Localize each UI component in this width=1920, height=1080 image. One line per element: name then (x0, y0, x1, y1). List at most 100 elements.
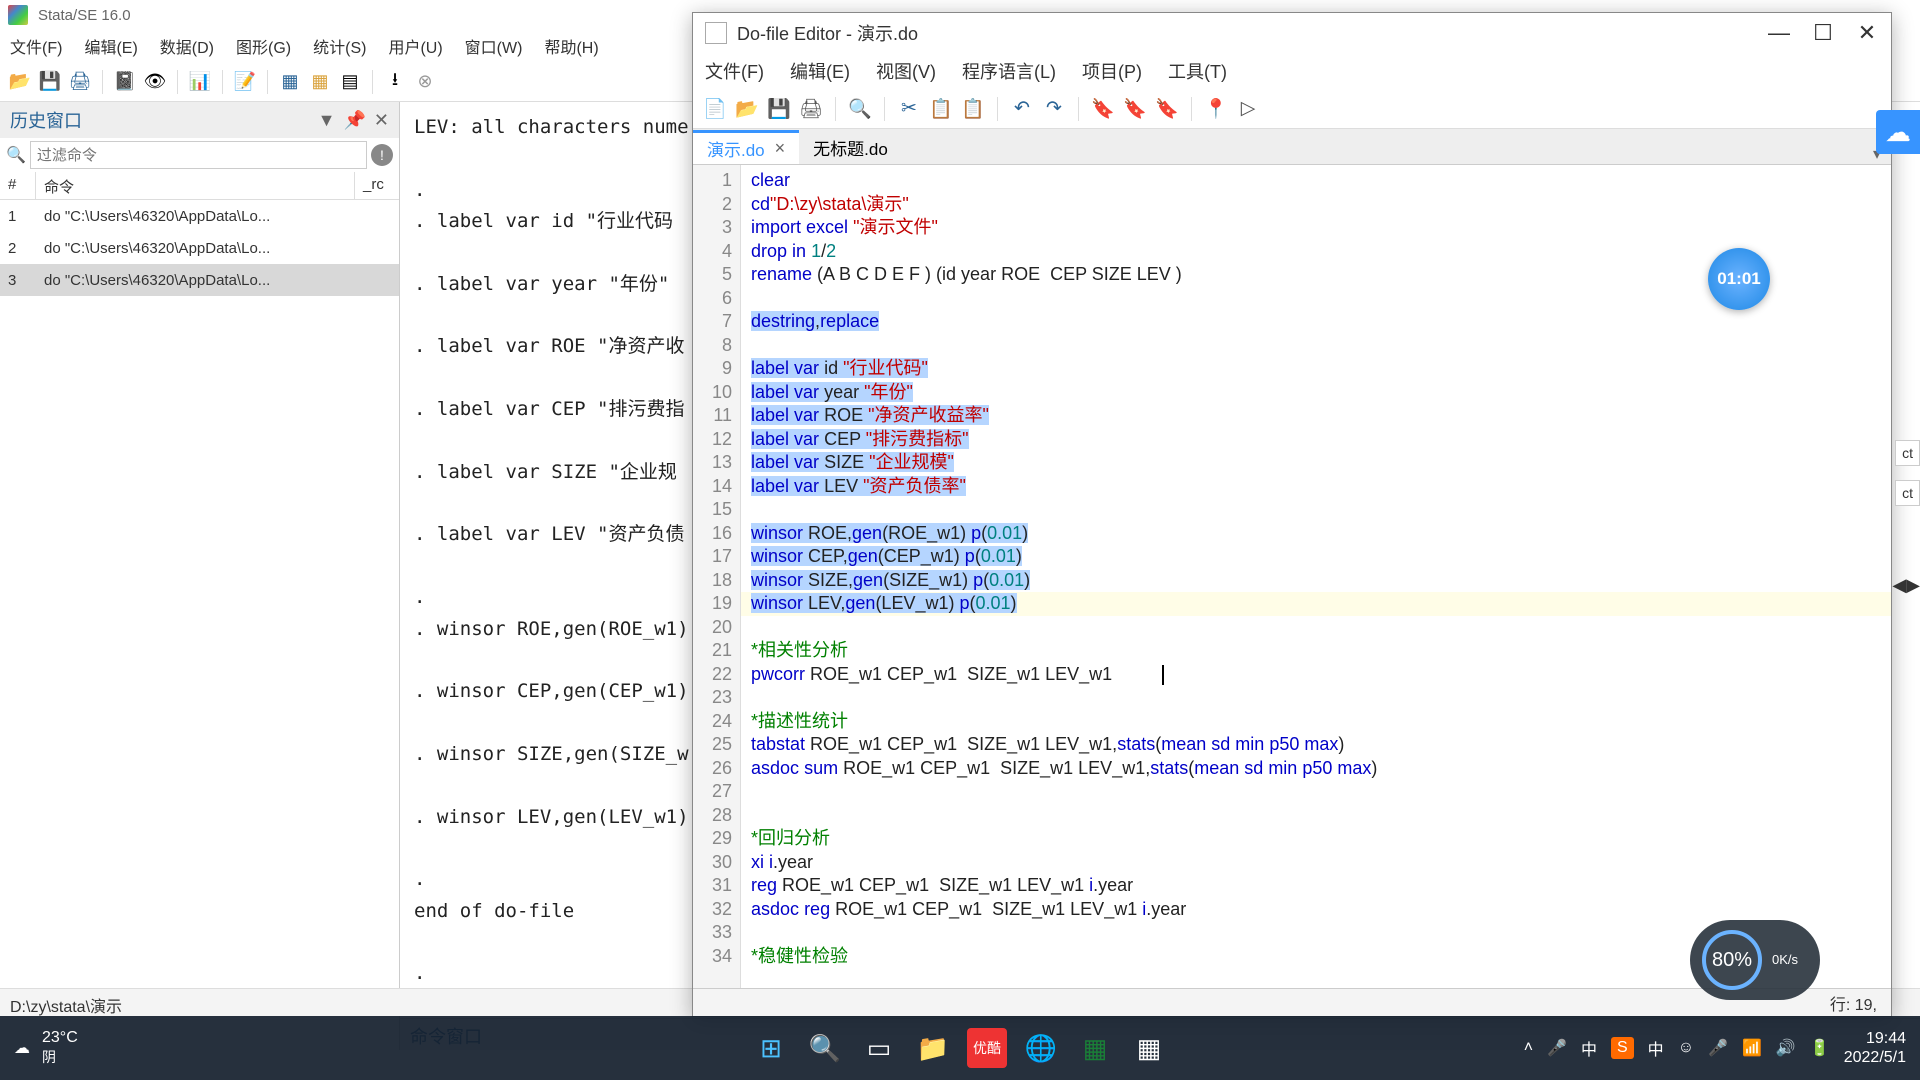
break-icon[interactable]: ⊗ (413, 70, 437, 94)
copy-icon[interactable]: 📋 (929, 97, 953, 121)
log-icon[interactable]: 📓 (113, 70, 137, 94)
menu-graph[interactable]: 图形(G) (236, 34, 291, 58)
bookmark-add-icon[interactable]: 🔖 (1091, 97, 1115, 121)
menu-edit[interactable]: 编辑(E) (84, 34, 137, 58)
find-icon[interactable]: 🔍 (848, 97, 872, 121)
dofile-tabs: 演示.do × 无标题.do ▾ (693, 129, 1891, 165)
pin-icon[interactable]: 📌 (343, 110, 365, 131)
cloud-sync-icon[interactable]: ☁ (1876, 110, 1920, 154)
data-editor-icon[interactable]: ▦ (278, 70, 302, 94)
start-icon[interactable]: ⊞ (751, 1028, 791, 1068)
side-collapse-icon[interactable]: ◀▶ (1892, 575, 1920, 596)
print-icon[interactable]: 🖨 (68, 70, 92, 94)
minimize-icon[interactable]: — (1767, 21, 1791, 45)
history-row[interactable]: 1 do "C:\Users\46320\AppData\Lo... (0, 200, 399, 232)
weather-widget[interactable]: ☁ 23°C 阴 (0, 1029, 92, 1067)
tray-mic-icon[interactable]: 🎤 (1547, 1038, 1567, 1058)
search-icon: 🔍 (6, 145, 26, 165)
menu-help[interactable]: 帮助(H) (544, 34, 598, 58)
dofile-menu-file[interactable]: 文件(F) (705, 58, 764, 84)
history-row[interactable]: 3 do "C:\Users\46320\AppData\Lo... (0, 264, 399, 296)
weather-cond: 阴 (42, 1047, 78, 1067)
menu-window[interactable]: 窗口(W) (465, 34, 523, 58)
save-icon[interactable]: 💾 (38, 70, 62, 94)
battery-icon[interactable]: 🔋 (1810, 1038, 1830, 1058)
graph-icon[interactable]: 📊 (188, 70, 212, 94)
new-file-icon[interactable]: 📄 (703, 97, 727, 121)
history-row[interactable]: 2 do "C:\Users\46320\AppData\Lo... (0, 232, 399, 264)
menu-user[interactable]: 用户(U) (388, 34, 442, 58)
open-file-icon[interactable]: 📂 (735, 97, 759, 121)
filter-icon[interactable]: ▼ (318, 110, 336, 131)
sogou-ime-icon[interactable]: S (1611, 1037, 1634, 1059)
dofile-editor-window: Do-file Editor - 演示.do — ☐ ✕ 文件(F) 编辑(E)… (692, 12, 1892, 1017)
view-icon[interactable]: 👁 (143, 70, 167, 94)
tab-inactive[interactable]: 无标题.do (799, 130, 902, 164)
bookmark-next-icon[interactable]: 🔖 (1155, 97, 1179, 121)
ime-lang-icon[interactable]: 中 (1648, 1036, 1664, 1060)
close-panel-icon[interactable]: ✕ (374, 110, 389, 131)
menu-file[interactable]: 文件(F) (10, 34, 62, 58)
variables-icon[interactable]: ▤ (338, 70, 362, 94)
side-hint[interactable]: ct (1895, 440, 1920, 466)
youku-icon[interactable]: 优酷 (967, 1028, 1007, 1068)
menu-data[interactable]: 数据(D) (160, 34, 214, 58)
tray-chevron-icon[interactable]: ˄ (1524, 1039, 1533, 1057)
cursor-position: 行: 19, (1830, 991, 1877, 1015)
volume-icon[interactable]: 🔊 (1776, 1038, 1796, 1058)
side-hint[interactable]: ct (1895, 480, 1920, 506)
maximize-icon[interactable]: ☐ (1811, 21, 1835, 45)
dofile-menu-lang[interactable]: 程序语言(L) (962, 58, 1056, 84)
data-browser-icon[interactable]: ▦ (308, 70, 332, 94)
col-num[interactable]: # (0, 172, 36, 199)
dofile-menu-project[interactable]: 项目(P) (1082, 58, 1142, 84)
paste-icon[interactable]: 📋 (961, 97, 985, 121)
history-columns: # 命令 _rc (0, 172, 399, 200)
dofile-toolbar: 📄 📂 💾 🖨 🔍 ✂ 📋 📋 ↶ ↷ 🔖 🔖 🔖 📍 ▷ (693, 89, 1891, 129)
clock-date: 2022/5/1 (1844, 1048, 1906, 1067)
cut-icon[interactable]: ✂ (897, 97, 921, 121)
tab-active[interactable]: 演示.do × (693, 130, 799, 164)
open-icon[interactable]: 📂 (8, 70, 32, 94)
dofile-menu-edit[interactable]: 编辑(E) (790, 58, 850, 84)
close-icon[interactable]: ✕ (1855, 21, 1879, 45)
tray-mic2-icon[interactable]: 🎤 (1708, 1038, 1728, 1058)
edge-icon[interactable]: 🌐 (1021, 1028, 1061, 1068)
line-gutter: 1234567891011121314151617181920212223242… (693, 165, 741, 988)
explorer-icon[interactable]: 📁 (913, 1028, 953, 1068)
ime-indicator[interactable]: 中 (1581, 1036, 1597, 1060)
dofile-menu-view[interactable]: 视图(V) (876, 58, 936, 84)
marker-icon[interactable]: 📍 (1204, 97, 1228, 121)
tab-close-icon[interactable]: × (775, 138, 786, 159)
bookmark-prev-icon[interactable]: 🔖 (1123, 97, 1147, 121)
run-icon[interactable]: ▷ (1236, 97, 1260, 121)
history-header: 历史窗口 ▼ 📌 ✕ (0, 102, 399, 138)
clock-time: 19:44 (1844, 1029, 1906, 1048)
stata-task-icon[interactable]: ▦ (1129, 1028, 1169, 1068)
save-file-icon[interactable]: 💾 (767, 97, 791, 121)
taskview-icon[interactable]: ▭ (859, 1028, 899, 1068)
col-rc[interactable]: _rc (355, 172, 399, 199)
dofile-titlebar[interactable]: Do-file Editor - 演示.do — ☐ ✕ (693, 13, 1891, 53)
filter-input[interactable] (30, 141, 367, 169)
more-icon[interactable]: ⭳ (383, 70, 407, 94)
menu-stats[interactable]: 统计(S) (313, 34, 366, 58)
stata-title: Stata/SE 16.0 (38, 7, 131, 24)
print-file-icon[interactable]: 🖨 (799, 97, 823, 121)
dofile-app-icon (705, 22, 727, 44)
dofile-menu-tools[interactable]: 工具(T) (1168, 58, 1227, 84)
code-editor[interactable]: 1234567891011121314151617181920212223242… (693, 165, 1891, 988)
tab-label: 演示.do (707, 136, 765, 161)
col-cmd[interactable]: 命令 (36, 172, 355, 199)
clock[interactable]: 19:44 2022/5/1 (1844, 1029, 1906, 1067)
search-task-icon[interactable]: 🔍 (805, 1028, 845, 1068)
dofile-icon[interactable]: 📝 (233, 70, 257, 94)
excel-icon[interactable]: ▦ (1075, 1028, 1115, 1068)
undo-icon[interactable]: ↶ (1010, 97, 1034, 121)
tray-face-icon[interactable]: ☺ (1678, 1039, 1694, 1057)
code-content[interactable]: clearcd"D:\zy\stata\演示"import excel "演示文… (741, 165, 1891, 988)
redo-icon[interactable]: ↷ (1042, 97, 1066, 121)
filter-badge[interactable]: ! (371, 144, 393, 166)
wifi-icon[interactable]: 📶 (1742, 1038, 1762, 1058)
stata-app-icon (8, 5, 28, 25)
